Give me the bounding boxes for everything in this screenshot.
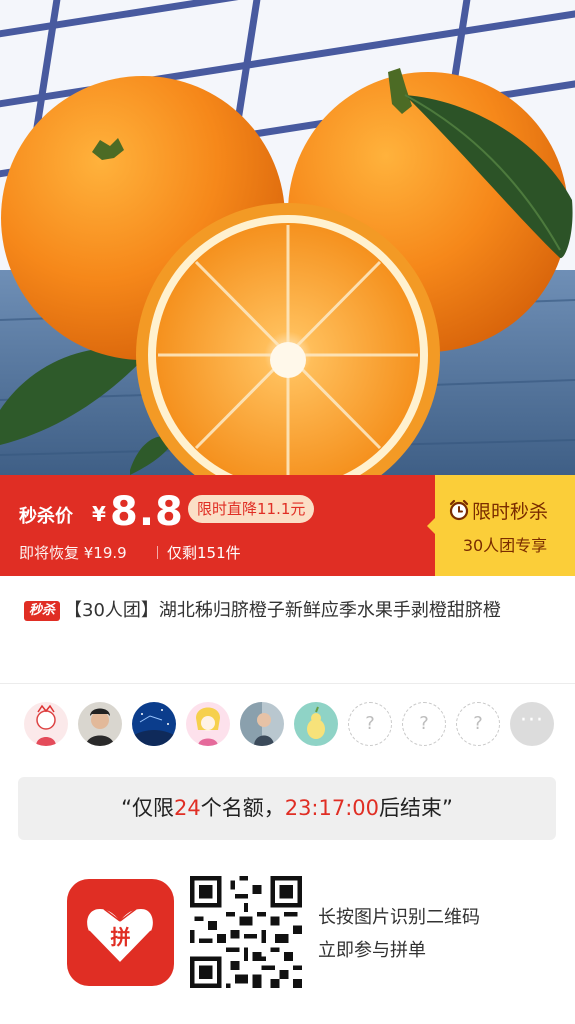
member-avatar (132, 702, 176, 746)
quota-prefix: “仅限 (121, 796, 174, 820)
quota-suffix: 后结束” (379, 796, 453, 820)
member-avatar (240, 702, 284, 746)
seckill-tag: 秒杀 (24, 601, 61, 621)
flash-price-label: 秒杀价 (19, 506, 73, 527)
member-avatar (24, 702, 68, 746)
countdown-timer: 23:17:00 (284, 796, 380, 820)
qr-hint-line1: 长按图片识别二维码 (318, 907, 480, 928)
limited-flash-label: 限时秒杀 (472, 501, 549, 523)
pinduoduo-logo: 拼 (67, 879, 174, 986)
qr-code[interactable] (190, 876, 302, 988)
more-members-button[interactable]: ··· (510, 702, 554, 746)
currency-symbol: ¥ (92, 502, 106, 526)
member-avatar (294, 702, 338, 746)
quota-countdown: “仅限24个名额，23:17:00后结束” (18, 777, 556, 840)
empty-slot: ? (456, 702, 500, 746)
group-members: ? ? ? ··· (24, 702, 554, 746)
share-card: 秒杀价 ¥ 8.8 限时直降11.1元 即将恢复 ¥19.9 仅剩151件 限时… (0, 0, 575, 1024)
divider (0, 683, 575, 684)
divider (157, 546, 158, 559)
stock-remaining-text: 仅剩151件 (167, 544, 241, 562)
alarm-clock-icon (449, 499, 469, 521)
empty-slot: ? (348, 702, 392, 746)
restore-price-text: 即将恢复 ¥19.9 (19, 544, 127, 562)
group-exclusive-label: 30人团专享 (462, 536, 548, 555)
member-avatar (78, 702, 122, 746)
product-title: 秒杀 【30人团】湖北秭归脐橙子新鲜应季水果手剥橙甜脐橙 (24, 596, 554, 625)
banner-notch (427, 518, 435, 534)
flash-sale-section: 限时秒杀 30人团专享 (427, 475, 575, 576)
price-section: 秒杀价 ¥ 8.8 限时直降11.1元 即将恢复 ¥19.9 仅剩151件 (0, 475, 435, 576)
product-image (0, 0, 575, 475)
product-title-text: 【30人团】湖北秭归脐橙子新鲜应季水果手剥橙甜脐橙 (64, 600, 501, 621)
price-drop-badge: 限时直降11.1元 (188, 495, 315, 523)
qr-hint-line2: 立即参与拼单 (318, 940, 426, 961)
quota-middle: 个名额， (200, 796, 285, 820)
quota-count: 24 (173, 796, 201, 820)
logo-text: 拼 (111, 925, 131, 949)
price-value: 8.8 (110, 489, 184, 535)
price-banner: 秒杀价 ¥ 8.8 限时直降11.1元 即将恢复 ¥19.9 仅剩151件 限时… (0, 475, 575, 576)
empty-slot: ? (402, 702, 446, 746)
member-avatar (186, 702, 230, 746)
